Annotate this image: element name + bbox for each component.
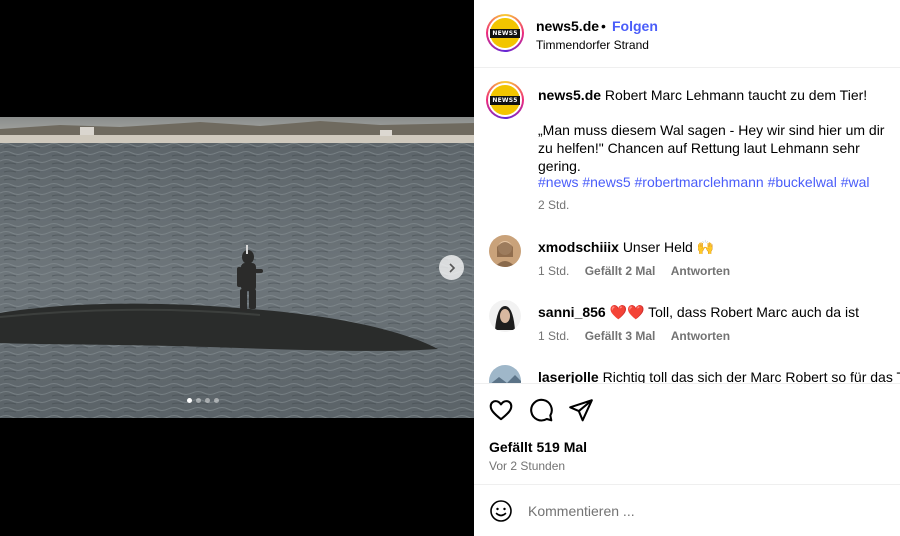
share-icon[interactable] [568,397,594,423]
media-viewer [0,0,474,536]
caption-username[interactable]: news5.de [538,87,601,103]
reply-button[interactable]: Antworten [671,329,730,343]
comments-scroll-area[interactable]: NEWS5 news5.de Robert Marc Lehmann tauch… [474,69,900,383]
caption-avatar[interactable]: NEWS5 [486,81,524,119]
commenter-avatar[interactable] [489,300,521,332]
heart-icon[interactable] [488,397,514,423]
separator-dot: • [601,18,606,34]
follow-button[interactable]: Folgen [612,18,658,34]
comment-username[interactable]: sanni_856 [538,304,606,320]
comment-time: 1 Std. [538,329,570,343]
caption-hashtags[interactable]: #news #news5 #robertmarclehmann #buckelw… [538,174,870,190]
author-avatar[interactable]: NEWS5 [486,14,524,52]
carousel-indicator [187,398,219,403]
carousel-dot [196,398,201,403]
emoji-icon[interactable] [489,499,513,523]
chevron-right-icon [448,262,455,273]
avatar-logo-text: NEWS5 [490,28,520,38]
post-panel: NEWS5 news5.de • Folgen Timmendorfer Str… [474,0,900,536]
caption-text: Robert Marc Lehmann taucht zu dem Tier! [604,87,868,103]
comment-composer [474,484,900,536]
comment-icon[interactable] [528,397,554,423]
author-username[interactable]: news5.de [536,18,599,34]
post-header: NEWS5 news5.de • Folgen Timmendorfer Str… [474,0,900,68]
comment-time: 1 Std. [538,264,570,278]
comment-input[interactable] [528,499,878,523]
post-location[interactable]: Timmendorfer Strand [536,38,649,52]
comment-item: laserjolle Richtig toll das sich der Mar… [474,365,900,383]
post-photo[interactable] [0,117,474,418]
comment-item: sanni_856 ❤️❤️ Toll, dass Robert Marc au… [474,300,900,360]
commenter-avatar[interactable] [489,365,521,383]
caption-quote: „Man muss diesem Wal sagen - Hey wir sin… [538,122,885,174]
post-actions: Gefällt 519 Mal Vor 2 Stunden [474,383,900,483]
carousel-dot [214,398,219,403]
comment-likes[interactable]: Gefällt 3 Mal [585,329,656,343]
avatar-logo-text: NEWS5 [490,95,520,105]
caption: news5.de Robert Marc Lehmann taucht zu d… [538,86,898,104]
comment-text: Unser Held 🙌 [622,239,715,255]
comment-username[interactable]: laserjolle [538,369,599,383]
carousel-dot [205,398,210,403]
comment-text: ❤️❤️ Toll, dass Robert Marc auch da ist [609,304,859,320]
comment-item: xmodschiiix Unser Held 🙌 1 Std. Gefällt … [474,235,900,295]
reply-button[interactable]: Antworten [671,264,730,278]
carousel-dot [187,398,192,403]
post-timestamp: Vor 2 Stunden [489,459,566,473]
comment-likes[interactable]: Gefällt 2 Mal [585,264,656,278]
next-slide-button[interactable] [439,255,464,280]
caption-timestamp: 2 Std. [538,198,570,212]
comment-username[interactable]: xmodschiiix [538,239,619,255]
photo-whale-diver [0,117,474,418]
comment-text: Richtig toll das sich der Marc Robert so… [602,369,900,383]
commenter-avatar[interactable] [489,235,521,267]
like-count[interactable]: Gefällt 519 Mal [489,439,587,455]
